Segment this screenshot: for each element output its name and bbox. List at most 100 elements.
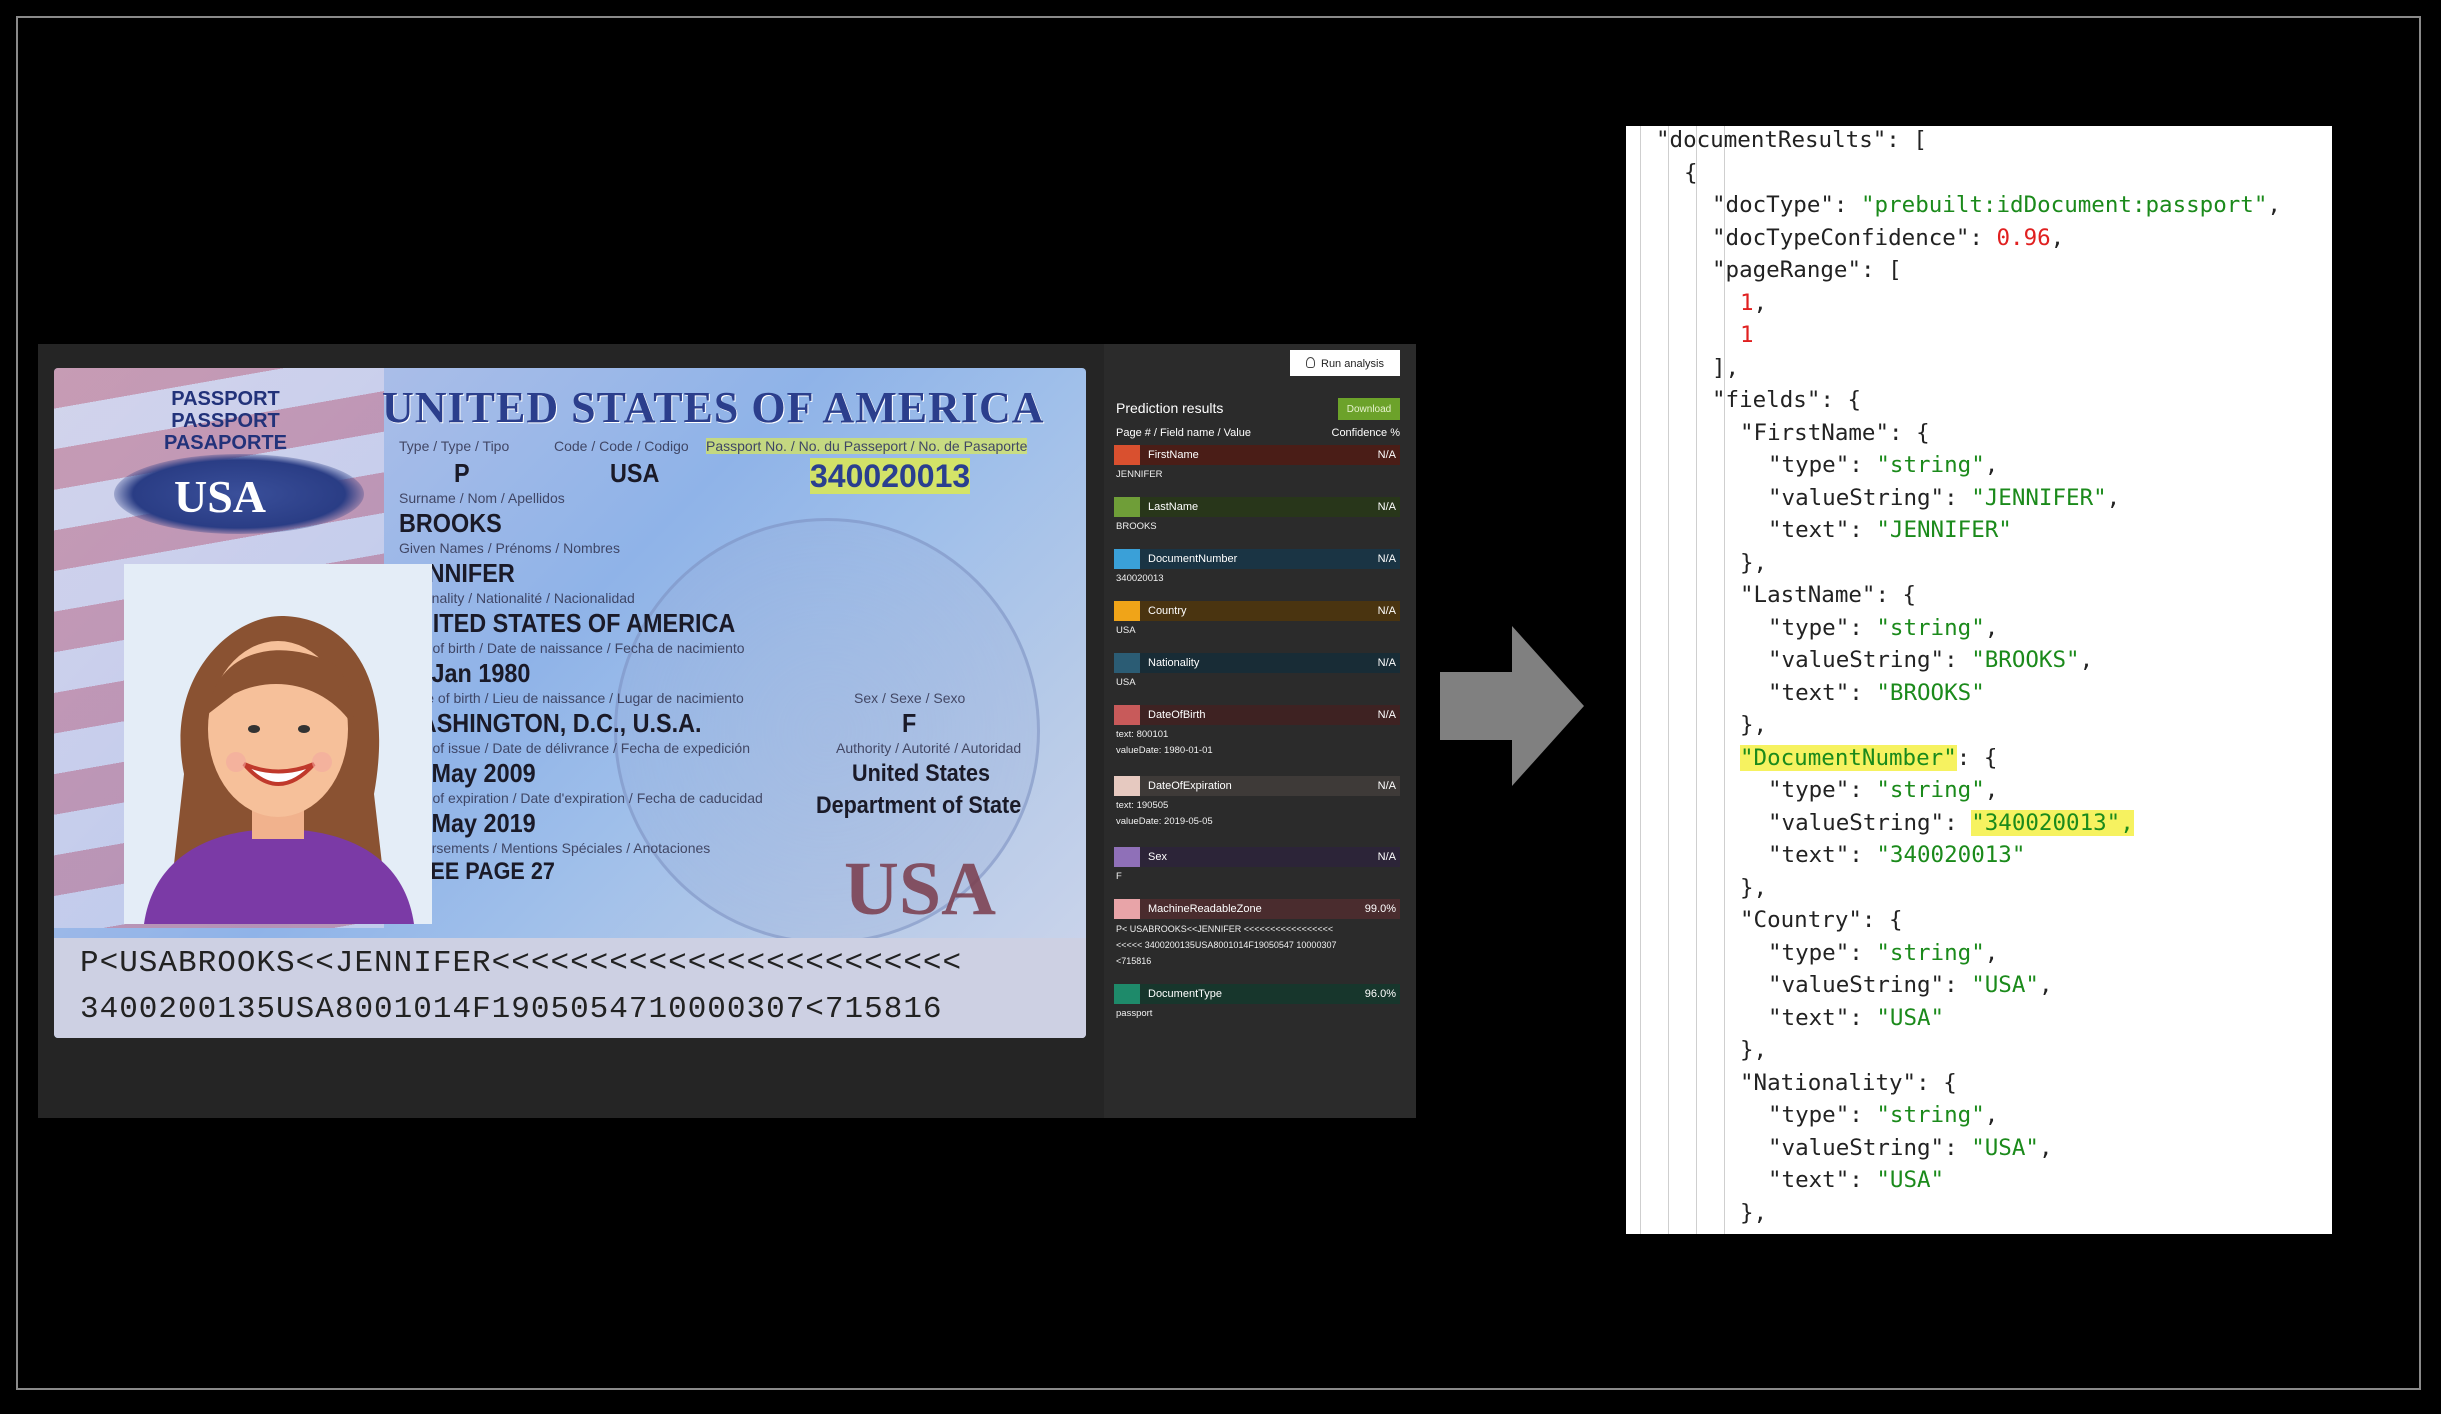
json-token: , xyxy=(1984,777,1999,803)
field-header: Country N/A xyxy=(1114,601,1400,621)
json-token: , xyxy=(1984,939,1999,966)
result-field-sex[interactable]: Sex N/A F xyxy=(1114,847,1400,885)
nationality-label: Nationality / Nationalité / Nacionalidad xyxy=(399,590,635,606)
field-confidence: N/A xyxy=(1377,553,1396,565)
json-token: "valueString" xyxy=(1768,647,1945,673)
result-field-lastname[interactable]: LastName N/A BROOKS xyxy=(1114,497,1400,535)
field-value: F xyxy=(1116,871,1122,882)
result-field-documenttype[interactable]: DocumentType 96.0% passport xyxy=(1114,984,1400,1022)
color-swatch xyxy=(1114,497,1140,517)
word-passport-1: PASSPORT xyxy=(171,388,280,410)
json-token: }, xyxy=(1740,874,1768,901)
field-value: USA xyxy=(1116,625,1136,636)
json-token: 1 xyxy=(1740,322,1754,348)
result-field-dateofexpiration[interactable]: DateOfExpiration N/A text: 190505 valueD… xyxy=(1114,776,1400,830)
json-line: 1 xyxy=(1740,319,1754,351)
download-button[interactable]: Download xyxy=(1338,398,1400,420)
result-field-documentnumber[interactable]: DocumentNumber N/A 340020013 xyxy=(1114,549,1400,587)
json-token: "Nationality" xyxy=(1740,1069,1917,1096)
lightbulb-icon xyxy=(1306,356,1315,368)
color-swatch xyxy=(1114,984,1140,1004)
json-token: : xyxy=(1833,192,1862,218)
json-line: "type": "string", xyxy=(1768,1099,1998,1131)
json-token: : xyxy=(1944,1134,1972,1161)
json-line: "valueString": "USA", xyxy=(1768,1132,2052,1164)
authority-label: Authority / Autorité / Autoridad xyxy=(836,740,1022,756)
json-token: : xyxy=(1849,452,1877,478)
json-token: "docTypeConfidence" xyxy=(1712,224,1970,251)
field-confidence: 99.0% xyxy=(1364,903,1396,915)
field-header: Sex N/A xyxy=(1114,847,1400,867)
json-token: "BROOKS" xyxy=(1971,647,2080,673)
json-token: , xyxy=(2050,224,2065,251)
json-token: "JENNIFER" xyxy=(1971,484,2107,511)
json-token: , xyxy=(1984,1102,1999,1128)
run-analysis-button[interactable]: Run analysis xyxy=(1290,350,1400,376)
field-name: DateOfBirth xyxy=(1148,709,1206,721)
json-token: : xyxy=(1944,972,1972,998)
json-token: : xyxy=(1944,484,1972,511)
json-line: "text": "JENNIFER" xyxy=(1768,514,2012,546)
result-field-machinereadablezone[interactable]: MachineReadableZone 99.0% P< USABROOKS<<… xyxy=(1114,899,1400,969)
json-token: : [ xyxy=(1861,257,1902,283)
indent-guide xyxy=(1696,126,1697,1234)
json-token: "type" xyxy=(1768,452,1850,478)
json-token: "valueString" xyxy=(1768,972,1945,998)
json-line: "type": "string", xyxy=(1768,937,1998,969)
json-token: "valueString" xyxy=(1768,809,1945,836)
field-value: P< USABROOKS<<JENNIFER <<<<<<<<<<<<<<<<<… xyxy=(1116,924,1337,966)
indent-guide xyxy=(1640,126,1641,1234)
authority-value-2: Department of State xyxy=(816,792,1022,819)
json-token: "Country" xyxy=(1740,907,1862,933)
json-token: "type" xyxy=(1768,614,1850,641)
json-token: "string" xyxy=(1876,939,1985,966)
passport-number-value: 340020013 xyxy=(810,458,971,494)
field-confidence: N/A xyxy=(1377,449,1396,461)
json-token: : xyxy=(1849,1004,1877,1031)
type-label: Type / Type / Tipo xyxy=(399,438,510,454)
json-token: "prebuilt:idDocument:passport" xyxy=(1861,192,2268,218)
json-token: "fields" xyxy=(1712,387,1821,413)
json-token: "type" xyxy=(1768,939,1850,966)
result-field-country[interactable]: Country N/A USA xyxy=(1114,601,1400,639)
json-line: "type": "string", xyxy=(1768,449,1998,481)
json-token: , xyxy=(2038,1134,2053,1161)
json-line: "text": "USA" xyxy=(1768,1002,1944,1034)
json-line: }, xyxy=(1740,872,1767,904)
indent-guide xyxy=(1724,126,1725,1234)
type-value: P xyxy=(454,458,470,488)
color-swatch xyxy=(1114,899,1140,919)
field-confidence: N/A xyxy=(1377,851,1396,863)
json-token: : xyxy=(1849,517,1877,543)
json-token: : xyxy=(1969,224,1997,251)
field-value: 340020013 xyxy=(1116,573,1164,584)
field-value: passport xyxy=(1116,1008,1153,1019)
json-line: "valueString": "JENNIFER", xyxy=(1768,482,2120,514)
given-names-label: Given Names / Prénoms / Nombres xyxy=(399,540,620,556)
expiration-label: Date of expiration / Date d'expiration /… xyxy=(399,790,763,806)
field-name: DateOfExpiration xyxy=(1148,780,1232,792)
json-line: "pageRange": [ xyxy=(1712,254,1902,286)
json-line: "docTypeConfidence": 0.96, xyxy=(1712,222,2064,254)
field-header: DateOfExpiration N/A xyxy=(1114,776,1400,796)
json-token: , xyxy=(2267,192,2281,218)
json-line: "type": "string", xyxy=(1768,612,1998,644)
color-swatch xyxy=(1114,549,1140,569)
json-line: 1, xyxy=(1740,287,1767,319)
column-header-field: Page # / Field name / Value xyxy=(1116,427,1251,439)
field-name: FirstName xyxy=(1148,449,1199,461)
result-field-nationality[interactable]: Nationality N/A USA xyxy=(1114,653,1400,691)
json-token: : { xyxy=(1916,1069,1957,1096)
result-field-firstname[interactable]: FirstName N/A JENNIFER xyxy=(1114,445,1400,483)
field-value: text: 190505 valueDate: 2019-05-05 xyxy=(1116,800,1213,827)
json-token: }, xyxy=(1740,549,1768,576)
word-passport-2: PASSPORT xyxy=(171,410,280,432)
pob-value: WASHINGTON, D.C., U.S.A. xyxy=(399,708,702,738)
json-line: "text": "USA" xyxy=(1768,1164,1944,1196)
field-name: DocumentNumber xyxy=(1148,553,1238,565)
code-value: USA xyxy=(610,458,660,488)
json-token: : xyxy=(1944,647,1972,673)
analyzer-window: PASSPORT PASSPORT PASAPORTE USA UNITED S… xyxy=(38,344,1416,1118)
passport-no-label: Passport No. / No. du Passeport / No. de… xyxy=(706,438,1028,454)
result-field-dateofbirth[interactable]: DateOfBirth N/A text: 800101 valueDate: … xyxy=(1114,705,1400,759)
